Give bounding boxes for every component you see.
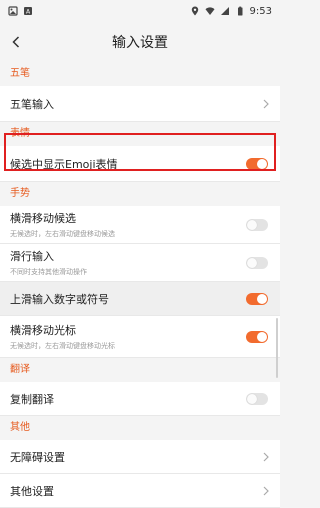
signal-icon: [220, 7, 229, 15]
toggle-knob: [257, 293, 267, 304]
accessibility-label: 无障碍设置: [10, 450, 65, 464]
status-right: 9:53: [190, 6, 272, 17]
swipe-candidates-item[interactable]: 横滑移动候选 无候选时，左右滑动键盘移动候选: [0, 206, 280, 244]
status-time: 9:53: [249, 5, 272, 17]
glide-input-desc: 不同时支持其他滑动操作: [10, 268, 87, 276]
accessibility-item[interactable]: 无障碍设置: [0, 440, 280, 474]
emoji-candidate-label: 候选中显示Emoji表情: [10, 157, 118, 171]
toggle-knob: [257, 158, 267, 169]
section-emoji: 表情: [0, 122, 280, 146]
emoji-candidate-item[interactable]: 候选中显示Emoji表情: [0, 146, 280, 182]
section-translate: 翻译: [0, 358, 280, 382]
battery-icon: [237, 6, 243, 16]
swipe-up-toggle[interactable]: [246, 292, 268, 305]
swipe-cursor-toggle[interactable]: [246, 330, 268, 343]
glide-input-toggle[interactable]: [246, 256, 268, 269]
swipe-candidates-label: 横滑移动候选: [10, 212, 76, 225]
status-bar: A 9:53: [0, 0, 280, 22]
swipe-cursor-desc: 无候选时，左右滑动键盘移动光标: [10, 342, 115, 350]
chevron-right-icon: [263, 486, 269, 495]
toggle-knob: [247, 219, 257, 230]
wifi-icon: [205, 7, 215, 15]
swipe-candidates-toggle[interactable]: [246, 218, 268, 231]
swipe-up-label: 上滑输入数字或符号: [10, 292, 109, 306]
location-icon: [191, 6, 198, 16]
notification-icon: A: [24, 7, 32, 16]
toggle-knob: [247, 257, 257, 268]
swipe-cursor-text: 横滑移动光标 无候选时，左右滑动键盘移动光标: [10, 322, 115, 351]
section-gesture: 手势: [0, 182, 280, 206]
section-wubi: 五笔: [0, 62, 280, 86]
swipe-candidates-desc: 无候选时，左右滑动键盘移动候选: [10, 230, 115, 238]
wubi-input-item[interactable]: 五笔输入: [0, 86, 280, 122]
scrollbar[interactable]: [276, 318, 278, 378]
status-left: A: [8, 6, 33, 16]
swipe-candidates-text: 横滑移动候选 无候选时，左右滑动键盘移动候选: [10, 210, 115, 239]
swipe-up-item[interactable]: 上滑输入数字或符号: [0, 282, 280, 316]
glide-input-label: 滑行输入: [10, 250, 54, 263]
wubi-input-label: 五笔输入: [10, 97, 54, 111]
other-settings-label: 其他设置: [10, 484, 54, 498]
swipe-cursor-item[interactable]: 横滑移动光标 无候选时，左右滑动键盘移动光标: [0, 316, 280, 358]
copy-translate-toggle[interactable]: [246, 392, 268, 405]
toggle-knob: [247, 393, 257, 404]
gallery-icon: [8, 6, 18, 16]
back-button[interactable]: [6, 32, 26, 52]
section-other: 其他: [0, 416, 280, 440]
copy-translate-label: 复制翻译: [10, 392, 54, 406]
toggle-knob: [257, 331, 267, 342]
swipe-cursor-label: 横滑移动光标: [10, 324, 76, 337]
other-settings-item[interactable]: 其他设置: [0, 474, 280, 508]
page-title: 输入设置: [112, 35, 168, 51]
glide-input-text: 滑行输入 不同时支持其他滑动操作: [10, 248, 87, 277]
emoji-toggle[interactable]: [246, 157, 268, 170]
copy-translate-item[interactable]: 复制翻译: [0, 382, 280, 416]
chevron-right-icon: [263, 452, 269, 461]
title-bar: 输入设置: [0, 22, 280, 62]
glide-input-item[interactable]: 滑行输入 不同时支持其他滑动操作: [0, 244, 280, 282]
chevron-right-icon: [263, 99, 269, 108]
back-arrow-icon: [12, 36, 20, 48]
